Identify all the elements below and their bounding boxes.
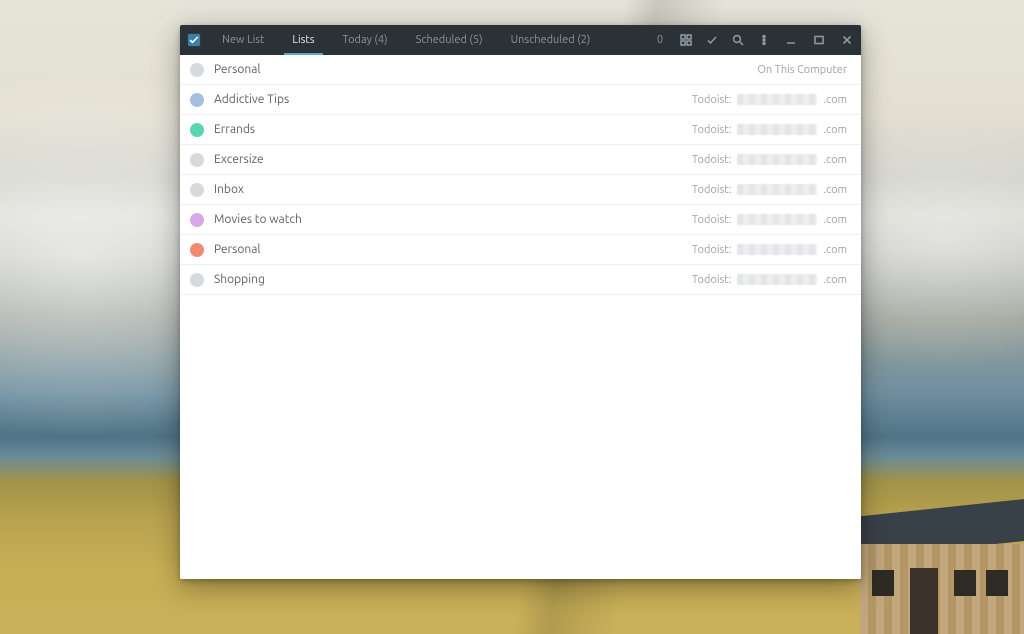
redacted-text	[737, 184, 817, 195]
list-row[interactable]: Errands Todoist: .com	[180, 115, 861, 145]
search-icon[interactable]	[725, 25, 751, 55]
tab-unscheduled[interactable]: Unscheduled (2)	[497, 25, 605, 55]
list-name: Shopping	[214, 273, 265, 286]
list-name: Excersize	[214, 153, 264, 166]
check-icon[interactable]	[699, 25, 725, 55]
list-color-dot	[190, 153, 204, 167]
new-list-button[interactable]: New List	[208, 25, 278, 55]
list-source: Todoist: .com	[692, 244, 847, 256]
list-source-prefix: Todoist:	[692, 184, 731, 196]
wallpaper-cabin	[854, 448, 1024, 628]
list-name: Personal	[214, 63, 261, 76]
list-color-dot	[190, 183, 204, 197]
app-header: New List ListsToday (4)Scheduled (5)Unsc…	[180, 25, 861, 55]
todo-app-window: New List ListsToday (4)Scheduled (5)Unsc…	[180, 25, 861, 579]
list-source-suffix: .com	[823, 274, 847, 286]
redacted-text	[737, 274, 817, 285]
window-minimize-button[interactable]	[777, 25, 805, 55]
list-color-dot	[190, 243, 204, 257]
list-source-prefix: Todoist:	[692, 214, 731, 226]
redacted-text	[737, 94, 817, 105]
list-color-dot	[190, 123, 204, 137]
redacted-text	[737, 154, 817, 165]
window-close-button[interactable]	[833, 25, 861, 55]
list-source-suffix: .com	[823, 184, 847, 196]
header-tabs: New List ListsToday (4)Scheduled (5)Unsc…	[208, 25, 604, 55]
list-source-prefix: Todoist:	[692, 94, 731, 106]
grid-view-icon[interactable]	[673, 25, 699, 55]
tab-today[interactable]: Today (4)	[329, 25, 402, 55]
list-name: Errands	[214, 123, 255, 136]
list-row[interactable]: Personal Todoist: .com	[180, 235, 861, 265]
list-source-suffix: .com	[823, 244, 847, 256]
list-source-prefix: Todoist:	[692, 274, 731, 286]
list-source: Todoist: .com	[692, 94, 847, 106]
list-source-suffix: .com	[823, 154, 847, 166]
redacted-text	[737, 124, 817, 135]
list-row[interactable]: Shopping Todoist: .com	[180, 265, 861, 295]
list-color-dot	[190, 63, 204, 77]
list-source: Todoist: .com	[692, 274, 847, 286]
list-source-suffix: On This Computer	[757, 64, 847, 76]
tab-scheduled[interactable]: Scheduled (5)	[402, 25, 497, 55]
list-name: Addictive Tips	[214, 93, 289, 106]
list-row[interactable]: Addictive Tips Todoist: .com	[180, 85, 861, 115]
window-maximize-button[interactable]	[805, 25, 833, 55]
list-color-dot	[190, 93, 204, 107]
count-badge[interactable]: 0	[647, 25, 673, 55]
list-name: Personal	[214, 243, 261, 256]
list-source: Todoist: .com	[692, 154, 847, 166]
more-menu-icon[interactable]	[751, 25, 777, 55]
tab-lists[interactable]: Lists	[278, 25, 328, 55]
list-source: Todoist: .com	[692, 214, 847, 226]
list-source-suffix: .com	[823, 94, 847, 106]
header-tools: 0	[647, 25, 861, 55]
list-source: On This Computer	[757, 64, 847, 76]
list-color-dot	[190, 273, 204, 287]
list-row[interactable]: Movies to watch Todoist: .com	[180, 205, 861, 235]
list-name: Movies to watch	[214, 213, 302, 226]
list-color-dot	[190, 213, 204, 227]
list-row[interactable]: Personal On This Computer	[180, 55, 861, 85]
list-source-prefix: Todoist:	[692, 154, 731, 166]
list-source-suffix: .com	[823, 214, 847, 226]
list-source: Todoist: .com	[692, 124, 847, 136]
list-source-prefix: Todoist:	[692, 124, 731, 136]
list-row[interactable]: Excersize Todoist: .com	[180, 145, 861, 175]
list-source-prefix: Todoist:	[692, 244, 731, 256]
list-name: Inbox	[214, 183, 244, 196]
app-logo-icon	[180, 25, 208, 55]
list-source: Todoist: .com	[692, 184, 847, 196]
list-source-suffix: .com	[823, 124, 847, 136]
list-row[interactable]: Inbox Todoist: .com	[180, 175, 861, 205]
redacted-text	[737, 244, 817, 255]
redacted-text	[737, 214, 817, 225]
lists-container: Personal On This Computer Addictive Tips To…	[180, 55, 861, 579]
